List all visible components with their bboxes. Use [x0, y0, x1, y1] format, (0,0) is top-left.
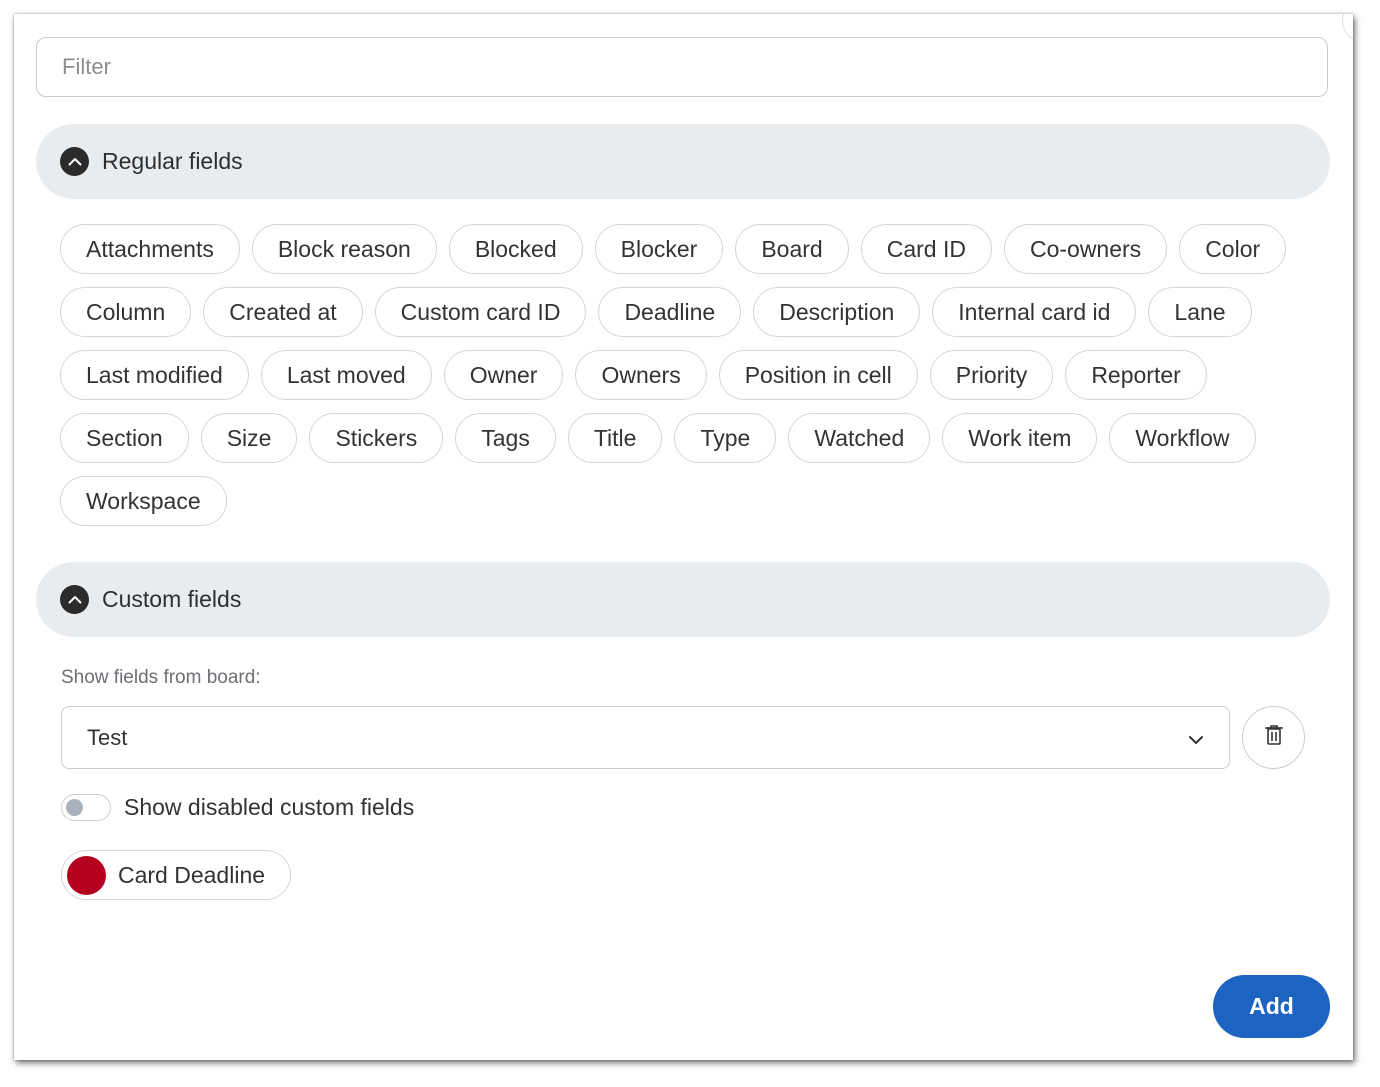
field-chip[interactable]: Custom card ID: [374, 287, 587, 337]
field-chip[interactable]: Blocked: [448, 224, 583, 274]
field-chip[interactable]: Last moved: [260, 350, 432, 400]
field-chip[interactable]: Workflow: [1109, 413, 1256, 463]
field-chip[interactable]: Owner: [443, 350, 564, 400]
regular-fields-list: Attachments Block reason Blocked Blocker Boa…: [60, 224, 1320, 526]
field-chip[interactable]: Workspace: [60, 476, 227, 526]
add-button[interactable]: Add: [1213, 975, 1330, 1038]
field-chip[interactable]: Position in cell: [718, 350, 918, 400]
field-chip[interactable]: Size: [200, 413, 298, 463]
trash-icon: [1264, 724, 1284, 751]
board-select-label: Show fields from board:: [61, 667, 261, 688]
field-chip[interactable]: Owners: [575, 350, 707, 400]
field-chip[interactable]: Co-owners: [1003, 224, 1168, 274]
chevron-up-icon[interactable]: [60, 147, 89, 176]
field-chip[interactable]: Section: [60, 413, 189, 463]
field-chip[interactable]: Priority: [929, 350, 1054, 400]
field-chip[interactable]: Lane: [1148, 287, 1252, 337]
regular-fields-header[interactable]: Regular fields: [36, 124, 1330, 199]
field-chip[interactable]: Created at: [203, 287, 363, 337]
board-select-value: Test: [87, 724, 128, 750]
field-chip[interactable]: Type: [674, 413, 777, 463]
remove-board-button[interactable]: [1242, 706, 1305, 769]
field-chip[interactable]: Title: [567, 413, 663, 463]
field-chip[interactable]: Internal card id: [932, 287, 1137, 337]
filter-input[interactable]: [36, 37, 1328, 97]
regular-fields-title: Regular fields: [102, 148, 243, 174]
field-chip[interactable]: Work item: [942, 413, 1098, 463]
board-select[interactable]: Test: [61, 706, 1230, 769]
field-chip[interactable]: Last modified: [60, 350, 249, 400]
custom-fields-header[interactable]: Custom fields: [36, 562, 1330, 637]
field-chip[interactable]: Watched: [788, 413, 931, 463]
show-disabled-toggle[interactable]: [61, 794, 111, 821]
toggle-knob: [66, 799, 83, 816]
field-chip[interactable]: Board: [735, 224, 849, 274]
field-chip[interactable]: Column: [60, 287, 192, 337]
chevron-up-icon[interactable]: [60, 585, 89, 614]
field-chip[interactable]: Description: [753, 287, 921, 337]
show-disabled-label: Show disabled custom fields: [124, 794, 415, 820]
field-chip[interactable]: Stickers: [309, 413, 444, 463]
close-button-edge[interactable]: [1342, 14, 1353, 42]
add-fields-dialog: Regular fields AttachmentsBlock reasonBl…: [14, 14, 1353, 1060]
field-chip[interactable]: Blocker: [594, 224, 724, 274]
custom-field-chip[interactable]: Card Deadline: [61, 850, 292, 900]
field-chip[interactable]: Block reason: [251, 224, 437, 274]
field-chip[interactable]: Attachments: [60, 224, 240, 274]
field-color-dot: [67, 855, 106, 895]
show-disabled-row: Show disabled custom fields: [61, 794, 414, 821]
chevron-down-icon: [1188, 725, 1204, 751]
field-chip[interactable]: Color: [1179, 224, 1287, 274]
field-chip[interactable]: Reporter: [1065, 350, 1207, 400]
field-chip[interactable]: Tags: [455, 413, 556, 463]
custom-field-label: Card Deadline: [118, 861, 266, 888]
field-chip[interactable]: Deadline: [598, 287, 742, 337]
field-chip[interactable]: Card ID: [860, 224, 992, 274]
custom-fields-title: Custom fields: [102, 586, 242, 612]
